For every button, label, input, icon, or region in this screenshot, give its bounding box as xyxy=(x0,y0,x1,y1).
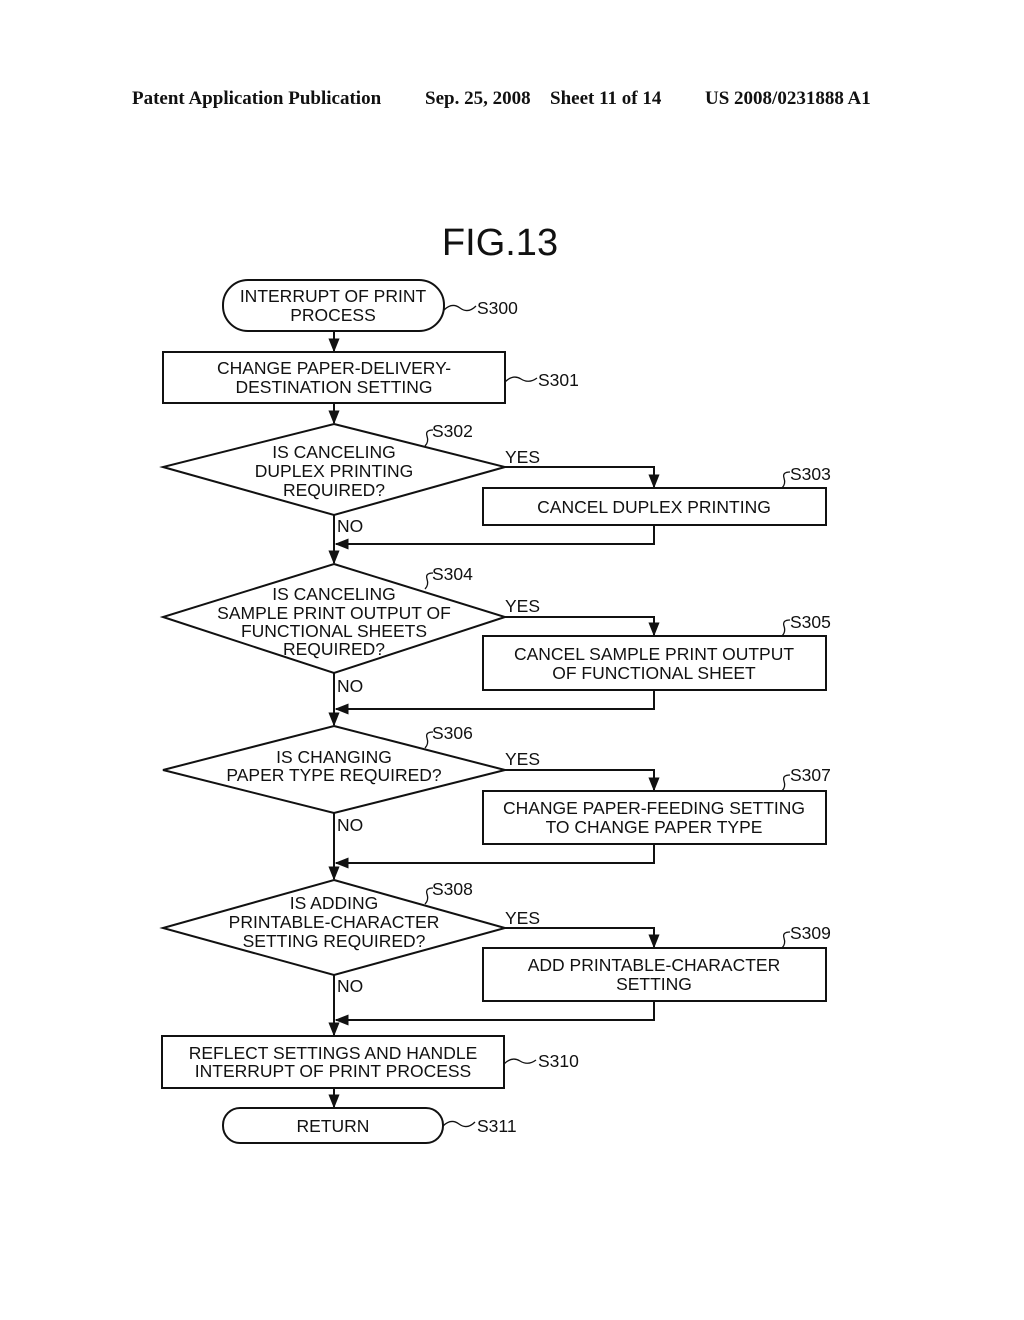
step-s304-line3: FUNCTIONAL SHEETS xyxy=(241,621,427,641)
leader-squiggle xyxy=(781,931,791,949)
edge-s302-yes xyxy=(505,466,660,489)
step-s304-line4: REQUIRED? xyxy=(283,639,385,659)
yes-label: YES xyxy=(505,596,540,616)
leader-squiggle xyxy=(442,1120,476,1128)
step-s301-line1: CHANGE PAPER-DELIVERY- xyxy=(217,358,451,378)
step-s308-line3: SETTING REQUIRED? xyxy=(243,931,426,951)
step-s306-line2: PAPER TYPE REQUIRED? xyxy=(226,765,442,785)
yes-label: YES xyxy=(505,447,540,467)
yes-label: YES xyxy=(505,908,540,928)
no-label: NO xyxy=(337,815,363,835)
leader-squiggle xyxy=(781,471,791,489)
step-s300-line1: INTERRUPT OF PRINT xyxy=(240,286,427,306)
step-s303-line1: CANCEL DUPLEX PRINTING xyxy=(537,497,771,517)
step-s310-line1: REFLECT SETTINGS AND HANDLE xyxy=(189,1043,478,1063)
edge-s308-yes xyxy=(505,927,660,949)
step-s311: RETURN S311 xyxy=(222,1107,517,1144)
edge-s306-yes xyxy=(505,769,660,792)
step-id-s306: S306 xyxy=(432,723,473,743)
step-s310-line2: INTERRUPT OF PRINT PROCESS xyxy=(195,1061,471,1081)
step-id-s309: S309 xyxy=(790,923,831,943)
step-id-s307: S307 xyxy=(790,765,831,785)
step-s305-line1: CANCEL SAMPLE PRINT OUTPUT xyxy=(514,644,794,664)
step-s302-line2: DUPLEX PRINTING xyxy=(255,461,414,481)
step-s309-line1: ADD PRINTABLE-CHARACTER xyxy=(528,955,781,975)
no-label: NO xyxy=(337,516,363,536)
step-s311-line1: RETURN xyxy=(297,1116,370,1136)
step-s307-line1: CHANGE PAPER-FEEDING SETTING xyxy=(503,798,805,818)
step-id-s305: S305 xyxy=(790,612,831,632)
edge-s304-yes xyxy=(505,616,660,637)
step-s300-line2: PROCESS xyxy=(290,305,376,325)
step-id-s300: S300 xyxy=(477,298,518,318)
step-s306-line1: IS CHANGING xyxy=(276,747,392,767)
step-s308-line2: PRINTABLE-CHARACTER xyxy=(229,912,440,932)
step-s308-line1: IS ADDING xyxy=(290,893,379,913)
no-label: NO xyxy=(337,976,363,996)
step-s307: CHANGE PAPER-FEEDING SETTING TO CHANGE P… xyxy=(482,765,831,845)
step-s310: REFLECT SETTINGS AND HANDLE INTERRUPT OF… xyxy=(161,1035,579,1089)
step-id-s302: S302 xyxy=(432,421,473,441)
step-s304-line1: IS CANCELING xyxy=(272,584,396,604)
leader-squiggle xyxy=(504,376,538,383)
edge-s305-merge xyxy=(334,690,655,715)
step-s300: INTERRUPT OF PRINT PROCESS S300 xyxy=(222,279,518,332)
step-id-s310: S310 xyxy=(538,1051,579,1071)
yes-label: YES xyxy=(505,749,540,769)
step-s305: CANCEL SAMPLE PRINT OUTPUT OF FUNCTIONAL… xyxy=(482,612,831,691)
step-s307-line2: TO CHANGE PAPER TYPE xyxy=(546,817,763,837)
leader-squiggle xyxy=(503,1058,537,1065)
edge-s307-merge xyxy=(334,844,655,869)
step-s309-line2: SETTING xyxy=(616,974,692,994)
flowchart: INTERRUPT OF PRINT PROCESS S300 CHANGE P… xyxy=(159,279,831,1144)
step-s303: CANCEL DUPLEX PRINTING S303 xyxy=(482,464,831,526)
step-s302-line3: REQUIRED? xyxy=(283,480,385,500)
leader-squiggle xyxy=(781,774,791,792)
step-id-s301: S301 xyxy=(538,370,579,390)
leader-squiggle xyxy=(443,304,477,312)
step-id-s311: S311 xyxy=(477,1116,517,1136)
step-id-s303: S303 xyxy=(790,464,831,484)
step-id-s308: S308 xyxy=(432,879,473,899)
step-s304-line2: SAMPLE PRINT OUTPUT OF xyxy=(217,603,451,623)
step-s309: ADD PRINTABLE-CHARACTER SETTING S309 xyxy=(482,923,831,1002)
edge-s309-merge xyxy=(334,1001,655,1026)
step-s302-line1: IS CANCELING xyxy=(272,442,396,462)
step-id-s304: S304 xyxy=(432,564,473,584)
leader-squiggle xyxy=(781,619,791,637)
edge-s303-merge xyxy=(334,525,655,550)
step-s305-line2: OF FUNCTIONAL SHEET xyxy=(552,663,756,683)
step-s301: CHANGE PAPER-DELIVERY- DESTINATION SETTI… xyxy=(162,351,579,404)
no-label: NO xyxy=(337,676,363,696)
step-s301-line2: DESTINATION SETTING xyxy=(235,377,432,397)
